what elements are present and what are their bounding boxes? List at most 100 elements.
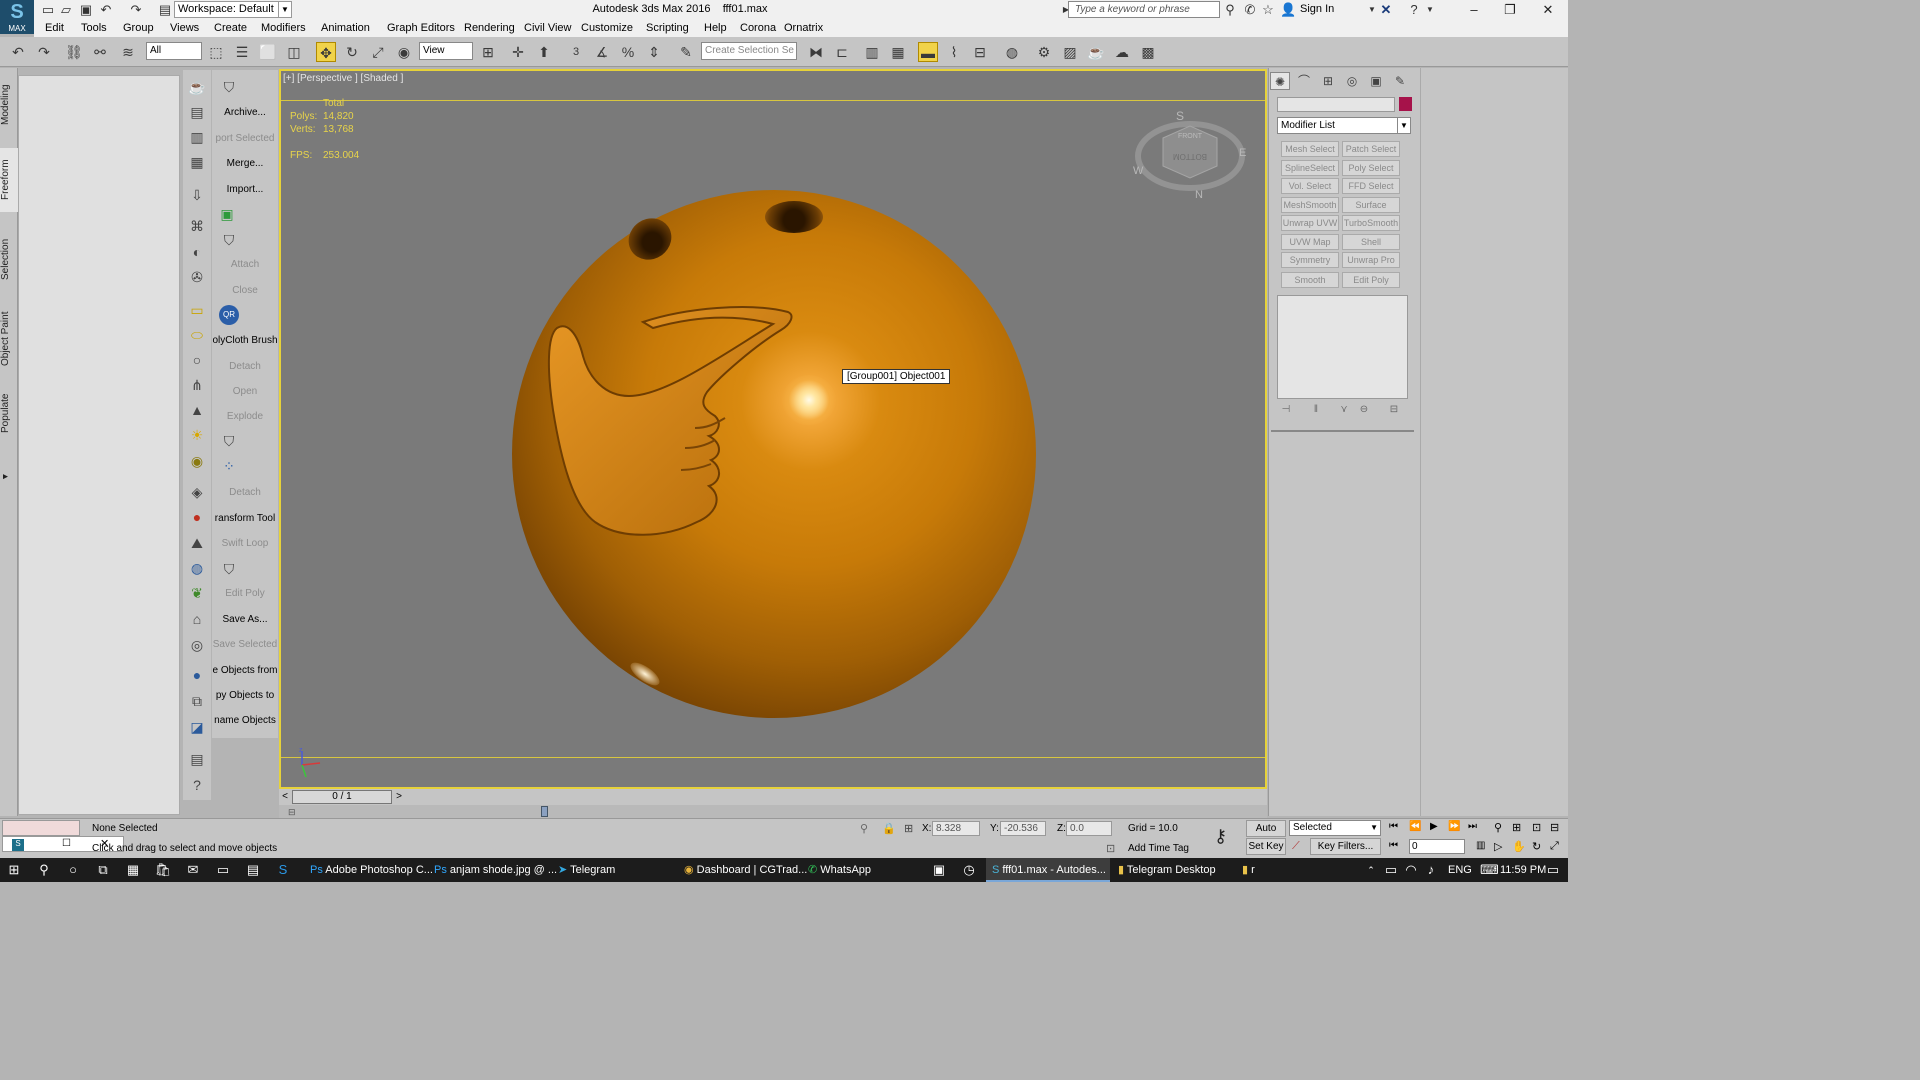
taskbar-telegram-desktop[interactable]: ▮ Telegram Desktop [1112,858,1222,882]
modifier-uvw-map-button[interactable]: UVW Map [1281,234,1339,250]
select-and-link-icon[interactable]: ⛓ [64,42,84,62]
autodesk-x-icon[interactable]: ✕ [1378,2,1394,18]
menu-ornatrix[interactable]: Ornatrix [784,22,823,34]
x-coordinate-field[interactable]: 8.328 [932,821,980,836]
modifier-surface-select-button[interactable]: Surface Select [1342,197,1400,224]
track-frame-marker[interactable] [541,806,548,817]
wifi-icon[interactable]: ◠ [1402,861,1420,879]
select-and-move-icon[interactable]: ✥ [316,42,336,62]
taskbar-clock[interactable]: 11:59 PM [1500,858,1546,882]
tab-modeling[interactable]: Modeling [0,78,18,132]
scene-explorer-icon[interactable]: ▥ [862,42,882,62]
track-bar[interactable] [279,805,1267,819]
render-reel-icon[interactable]: ✇ [186,266,208,288]
camera-icon[interactable]: ⌘ [186,215,208,237]
redo-icon[interactable]: ↷ [34,42,54,62]
material-editor-icon[interactable]: ◍ [1002,42,1022,62]
curve-editor-icon[interactable]: ⌇ [944,42,964,62]
help-circle-icon[interactable]: ? [186,774,208,796]
rendered-frame-window-icon[interactable]: ▨ [1060,42,1080,62]
y-coordinate-field[interactable]: -20.536 [1000,821,1046,836]
detach-button-2[interactable]: Detach [212,487,278,498]
chevron-down-icon[interactable]: ▼ [1422,2,1438,18]
unlink-icon[interactable]: ⚯ [90,42,110,62]
rectangle-icon[interactable]: ▭ [186,299,208,321]
pan-hand-icon[interactable]: ✋ [1512,840,1526,853]
zoom-extents-icon[interactable]: ⊡ [1532,821,1541,834]
make-unique-icon[interactable]: ⋎ [1336,404,1352,418]
render-iterative-icon[interactable]: ☁ [1112,42,1132,62]
reference-coordinate-dropdown[interactable]: View [419,42,473,60]
attach-button[interactable]: Attach [212,259,278,270]
z-coordinate-field[interactable]: 0.0 [1066,821,1112,836]
qr-icon[interactable]: QR [219,305,239,325]
viewcube-gizmo[interactable]: FRONT BOTTOM S W E N [1133,108,1247,200]
field-of-view-icon[interactable]: ▷ [1494,840,1502,853]
go-to-start-icon[interactable]: ⏮ [1389,821,1398,832]
menu-animation[interactable]: Animation [321,22,370,34]
teapot-icon[interactable]: ☕ [186,76,208,98]
explode-button[interactable]: Explode [212,411,278,422]
menu-customize[interactable]: Customize [581,22,633,34]
lock-icon[interactable]: 🔒 [882,822,896,835]
list-icon[interactable]: ▤ [186,748,208,770]
network-icon[interactable]: ▭ [1382,861,1400,879]
volume-icon[interactable]: ♪ [1422,861,1440,879]
export-icon[interactable]: ▥ [186,126,208,148]
merge-objects-button[interactable]: e Objects from [212,665,278,676]
globe-icon[interactable]: ◍ [186,557,208,579]
language-indicator[interactable]: ENG [1448,858,1472,882]
current-frame-field[interactable]: 0 [1409,839,1465,854]
skype-icon[interactable]: S [274,861,292,879]
minimize-button[interactable]: – [1456,0,1492,20]
modifier-stack-list[interactable] [1277,295,1408,399]
show-end-result-icon[interactable]: ‖ [1308,404,1324,418]
save-as-button[interactable]: Save As... [212,614,278,625]
modifier-meshsmooth-button[interactable]: MeshSmooth [1281,197,1339,213]
edit-named-selection-icon[interactable]: ✎ [676,42,696,62]
cone-icon[interactable]: ▲ [186,399,208,421]
time-next-button[interactable]: > [394,791,404,803]
previous-frame-icon[interactable]: ⏪ [1409,821,1421,832]
modifier-spline-select-button[interactable]: SplineSelect [1281,160,1339,176]
menu-corona[interactable]: Corona [740,22,776,34]
maxscript-listener[interactable] [2,820,80,836]
taskbar-telegram[interactable]: ➤ Telegram [552,858,621,882]
bind-space-warp-icon[interactable]: ≋ [118,42,138,62]
modifier-poly-select-button[interactable]: Poly Select [1342,160,1400,176]
next-frame-icon[interactable]: ⏩ [1448,821,1460,832]
search-input[interactable]: Type a keyword or phrase [1068,1,1220,18]
communication-center-icon[interactable]: ✆ [1242,2,1258,18]
menu-civil-view[interactable]: Civil View [524,22,571,34]
calculator-icon[interactable]: ▦ [124,861,142,879]
keyboard-icon[interactable]: ⌨ [1480,861,1499,879]
transform-tool-button[interactable]: ransform Tool [212,513,278,524]
default-in-out-tangents-icon[interactable]: ⟋ [1292,840,1300,853]
schematic-view-icon[interactable]: ⊟ [970,42,990,62]
spreadsheet-icon[interactable]: ▦ [186,151,208,173]
object-color-swatch[interactable] [1399,97,1412,111]
store-icon[interactable]: 🛍 [154,861,172,879]
align-icon[interactable]: ⊏ [832,42,852,62]
window-crossing-icon[interactable]: ◫ [284,42,304,62]
binoculars-icon[interactable]: ⚲ [1222,2,1238,18]
pivot-center-icon[interactable]: ⊞ [478,42,498,62]
snaps-toggle-icon[interactable]: 3 [566,42,586,62]
utilities-tab-icon[interactable]: ✎ [1390,72,1410,90]
pin-stack-icon[interactable]: ⊣ [1278,404,1294,418]
swift-loop-button[interactable]: Swift Loop [212,538,278,549]
percent-snap-icon[interactable]: % [618,42,638,62]
taskbar-chrome[interactable]: ◉ Dashboard | CGTrad... [678,858,813,882]
tab-object-paint[interactable]: Object Paint [0,304,18,374]
render-in-cloud-icon[interactable]: ▩ [1138,42,1158,62]
swift-loop-icon[interactable]: ⛉ [218,558,240,580]
sign-in-button[interactable]: Sign In [1300,3,1334,15]
mirror-icon[interactable]: ⧓ [806,42,826,62]
modify-tab-icon[interactable]: ⌒ [1294,72,1314,90]
select-and-place-icon[interactable]: ◉ [394,42,414,62]
tab-freeform[interactable]: Freeform [0,148,18,212]
film-icon[interactable]: ◐ [186,241,208,263]
material-sphere-icon[interactable]: ● [186,664,208,686]
ellipse-icon[interactable]: ⬭ [186,324,208,346]
plane-icon[interactable]: ◈ [186,481,208,503]
